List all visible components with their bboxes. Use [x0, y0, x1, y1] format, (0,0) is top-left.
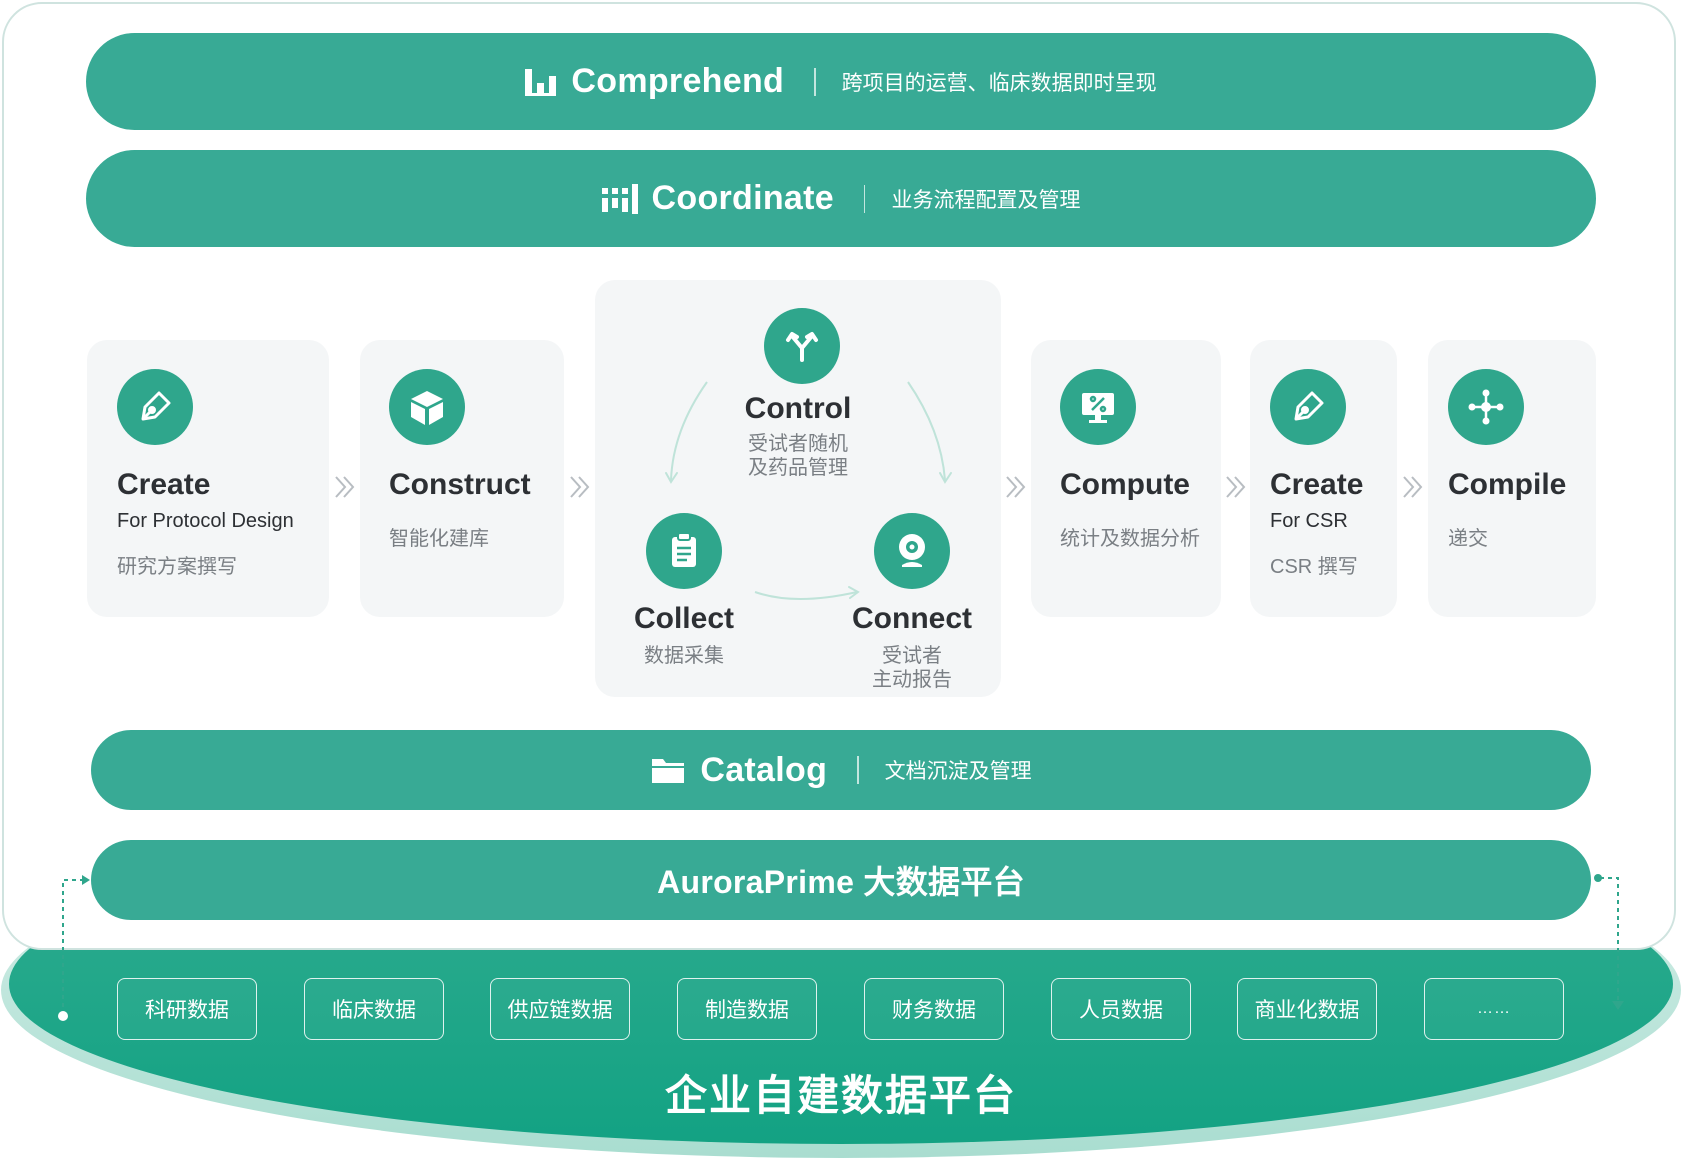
data-flow-connectors — [58, 874, 1624, 1021]
